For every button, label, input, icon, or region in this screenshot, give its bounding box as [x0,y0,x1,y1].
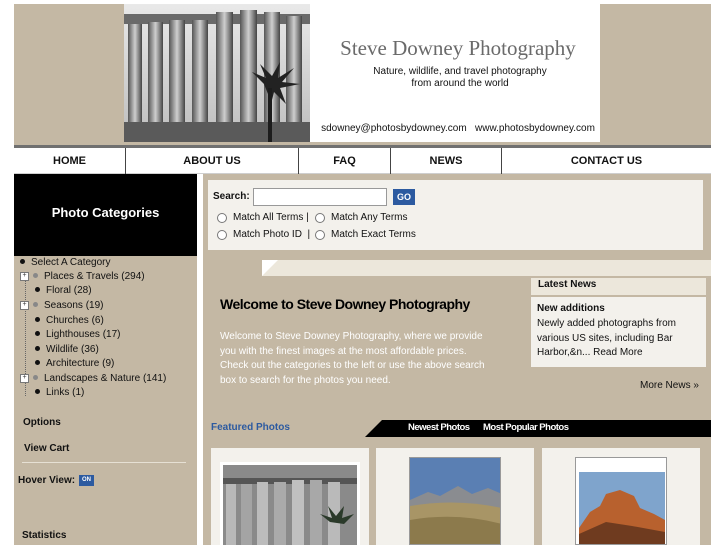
category-label[interactable]: Wildlife (36) [46,344,99,355]
bullet-icon [35,360,40,366]
tagline-line-1: Nature, wildlife, and travel photography [373,66,547,77]
more-news-link[interactable]: More News » [640,380,699,391]
category-seasons[interactable]: + Seasons (19) [20,300,103,314]
nav-contact-us[interactable]: CONTACT US [502,148,711,174]
featured-photos-heading: Featured Photos [211,422,290,433]
category-architecture[interactable]: Architecture (9) [20,358,114,372]
bullet-icon [33,302,38,308]
category-label[interactable]: Landscapes & Nature (141) [44,373,166,384]
photo-thumbnail-temple[interactable] [220,462,360,545]
welcome-strip [262,260,711,276]
hover-view-label: Hover View: [18,475,76,486]
nav-about-us[interactable]: ABOUT US [126,148,298,174]
welcome-text: Welcome to Steve Downey Photography, whe… [220,331,485,386]
photo-thumbnail-meadow[interactable] [409,457,501,545]
hover-view-toggle[interactable]: ON [79,475,94,486]
banner-photo-temple-columns [124,4,310,142]
photo-card[interactable] [211,448,369,545]
select-category-label: Select A Category [31,257,111,268]
options-link[interactable]: Options [23,417,61,428]
category-churches[interactable]: Churches (6) [20,315,104,329]
category-label[interactable]: Churches (6) [46,315,104,326]
radio-match-all[interactable] [217,213,227,223]
bullet-icon [35,287,40,293]
bullet-icon [33,375,38,381]
view-cart-link[interactable]: View Cart [24,443,69,454]
site-title: Steve Downey Photography [340,36,576,60]
select-category[interactable]: Select A Category [20,257,111,271]
photo-thumbnail-red-rock[interactable] [575,457,667,545]
radio-match-exact[interactable] [315,230,325,240]
expand-icon[interactable]: + [20,271,29,281]
category-label[interactable]: Lighthouses (17) [46,329,121,340]
category-landscapes-nature[interactable]: + Landscapes & Nature (141) [20,373,166,387]
category-label[interactable]: Links (1) [46,387,84,398]
match-exact-label: Match Exact Terms [331,229,416,240]
match-photo-id-label: Match Photo ID | [233,229,311,240]
news-heading: New additions [537,303,605,314]
expand-icon[interactable]: + [20,373,29,383]
category-wildlife[interactable]: Wildlife (36) [20,344,99,358]
bullet-icon [35,317,40,323]
match-all-label: Match All Terms | [233,212,309,223]
search-label: Search: [213,191,250,202]
match-any-label: Match Any Terms [331,212,408,223]
category-label[interactable]: Places & Travels (294) [44,271,145,282]
category-lighthouses[interactable]: Lighthouses (17) [20,329,121,343]
welcome-title: Welcome to Steve Downey Photography [220,296,470,312]
category-label[interactable]: Seasons (19) [44,300,103,311]
sidebar-divider [22,462,186,463]
site-tagline: Nature, wildlife, and travel photography… [330,66,590,90]
bullet-icon [35,331,40,337]
nav-news[interactable]: NEWS [391,148,501,174]
photo-card[interactable] [376,448,534,545]
categories-title: Photo Categories [51,205,160,220]
category-label[interactable]: Architecture (9) [46,358,114,369]
statistics-heading: Statistics [22,530,67,541]
category-places-travels[interactable]: + Places & Travels (294) [20,271,145,285]
bullet-icon [35,389,40,395]
bullet-icon [33,273,38,279]
expand-icon[interactable]: + [20,300,29,310]
news-title: Latest News [538,279,597,290]
nav-faq[interactable]: FAQ [299,148,390,174]
category-label[interactable]: Floral (28) [46,285,92,296]
photo-card[interactable] [542,448,700,545]
search-input[interactable] [253,188,387,206]
bullet-icon [35,346,40,352]
tab-newest-photos[interactable]: Newest Photos [408,422,470,433]
category-floral[interactable]: Floral (28) [20,285,92,299]
search-go-button[interactable]: GO [393,189,415,205]
tabs-bar-notch [365,420,382,437]
category-links[interactable]: Links (1) [20,387,84,401]
radio-match-any[interactable] [315,213,325,223]
main-nav: HOME ABOUT US FAQ NEWS CONTACT US [14,145,711,174]
news-text[interactable]: Newly added photographs from various US … [537,317,702,361]
radio-match-photo-id[interactable] [217,230,227,240]
nav-home[interactable]: HOME [14,148,125,174]
bullet-icon [20,259,25,265]
welcome-strip-corner [262,260,278,276]
tagline-line-2: from around the world [411,78,509,89]
tab-most-popular-photos[interactable]: Most Popular Photos [483,422,569,433]
contact-info: sdowney@photosbydowney.com www.photosbyd… [321,123,595,134]
